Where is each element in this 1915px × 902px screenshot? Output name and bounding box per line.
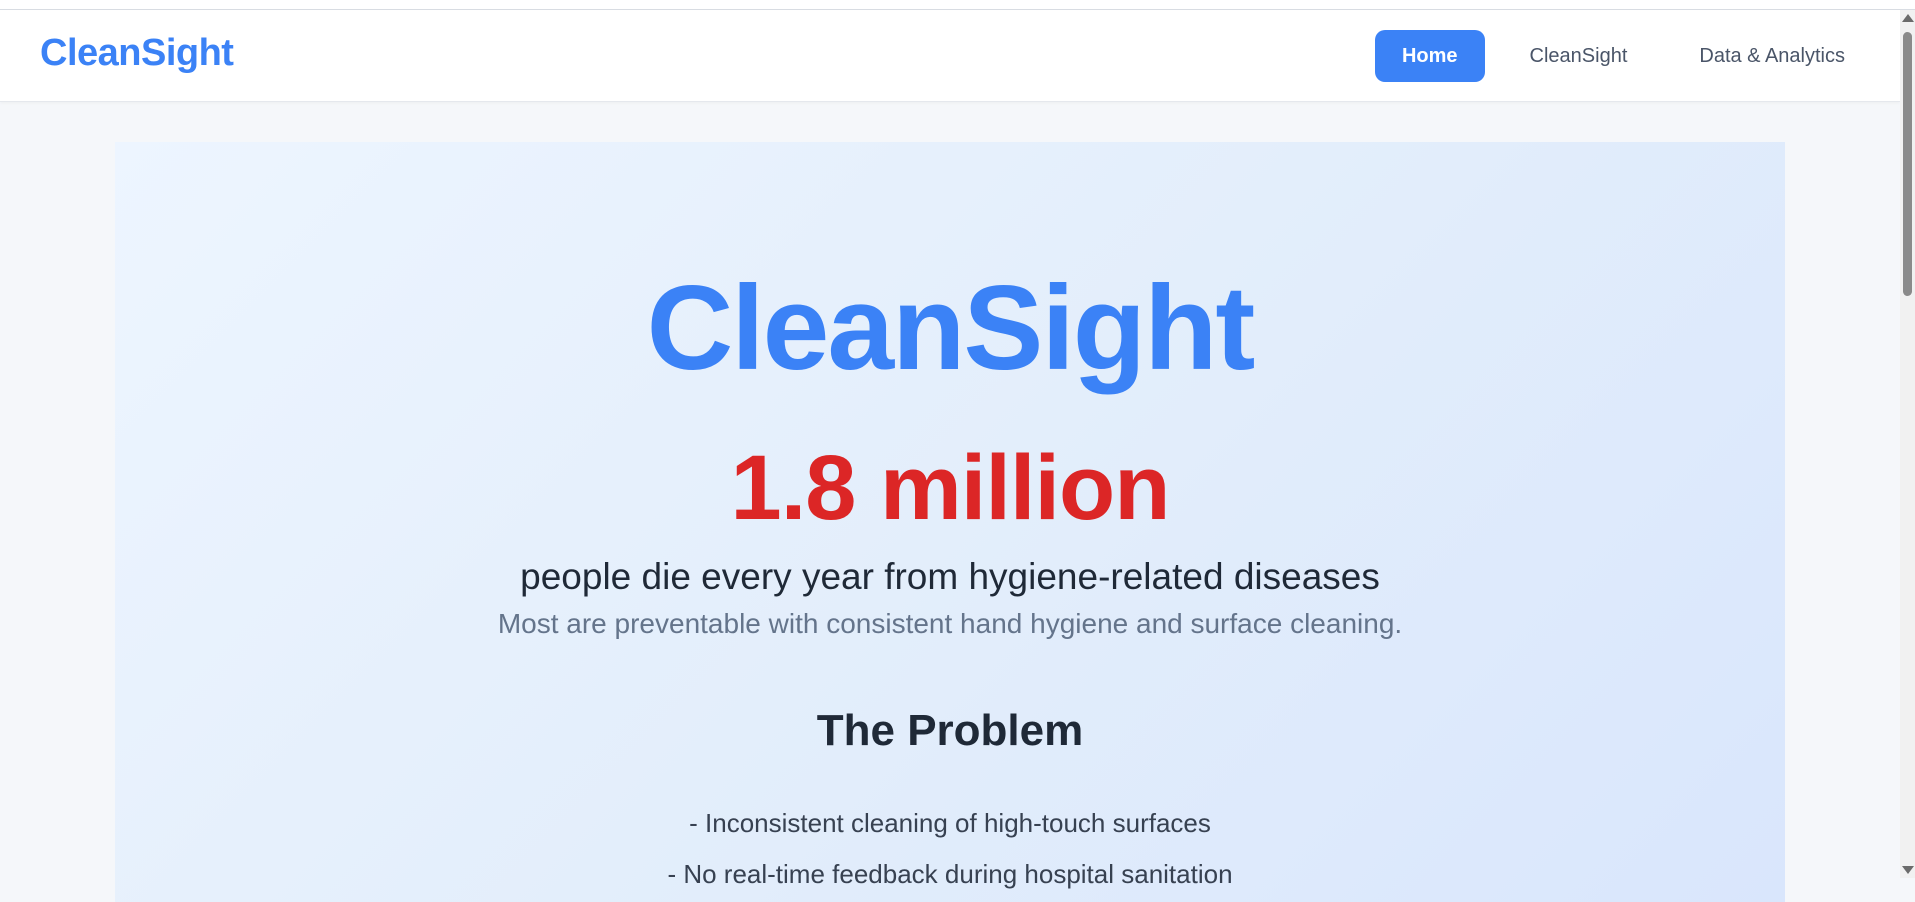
nav-link-cleansight[interactable]: CleanSight <box>1503 30 1655 82</box>
hero-subtitle: people die every year from hygiene-relat… <box>520 556 1380 597</box>
problem-item: - Inconsistent cleaning of high-touch su… <box>689 808 1211 838</box>
nav-links: Home CleanSight Data & Analytics <box>1357 30 1872 82</box>
scroll-down-arrow-icon[interactable] <box>1902 866 1914 874</box>
scroll-thumb[interactable] <box>1903 32 1912 296</box>
nav-link-home[interactable]: Home <box>1374 30 1485 82</box>
hero-note: Most are preventable with consistent han… <box>497 608 1403 639</box>
vertical-scrollbar[interactable] <box>1900 10 1915 878</box>
hero-section: CleanSight 1.8 million people die every … <box>115 142 1785 902</box>
problem-list: - Inconsistent cleaning of high-touch su… <box>115 798 1785 900</box>
scroll-up-arrow-icon[interactable] <box>1902 14 1914 22</box>
problem-item: - No real-time feedback during hospital … <box>667 859 1233 889</box>
hero-title: CleanSight <box>646 261 1256 395</box>
brand-logo[interactable]: CleanSight <box>40 32 234 75</box>
nav-link-data-analytics[interactable]: Data & Analytics <box>1672 30 1872 82</box>
navbar: CleanSight Home CleanSight Data & Analyt… <box>0 10 1900 102</box>
browser-top-edge <box>0 0 1915 10</box>
hero-statistic: 1.8 million <box>730 437 1171 539</box>
problem-heading: The Problem <box>816 706 1084 755</box>
